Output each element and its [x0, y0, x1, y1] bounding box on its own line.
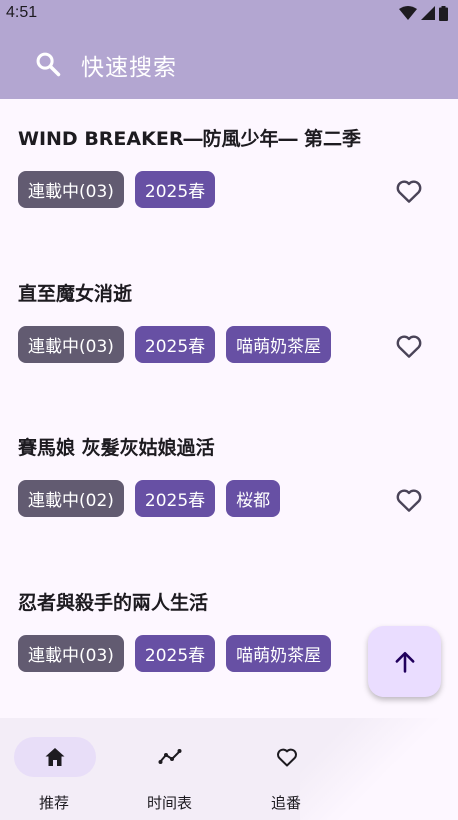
- group-tag: 喵萌奶茶屋: [226, 635, 332, 672]
- tag-row: 連載中(02) 2025春 桜都: [18, 480, 281, 517]
- search-placeholder[interactable]: 快速搜索: [81, 48, 177, 82]
- favorite-heart-icon[interactable]: [394, 176, 424, 206]
- group-tag: 喵萌奶茶屋: [226, 326, 332, 363]
- status-tag: 連載中(02): [18, 480, 124, 517]
- wifi-icon: [399, 6, 417, 20]
- list-item[interactable]: WIND BREAKER―防風少年― 第二季 連載中(03) 2025春: [0, 99, 458, 254]
- anime-title: 賽馬娘 灰髮灰姑娘過活: [18, 437, 215, 459]
- heart-icon: [277, 748, 297, 767]
- status-tag: 連載中(03): [18, 171, 124, 208]
- anime-title: 直至魔女消逝: [18, 283, 133, 305]
- timeline-icon: [158, 749, 182, 764]
- arrow-up-icon: [395, 651, 414, 673]
- app-bar: 4:51 快速搜索: [0, 0, 458, 99]
- season-tag: 2025春: [134, 171, 216, 208]
- home-icon: [45, 748, 65, 766]
- status-bar: 4:51: [0, 0, 458, 26]
- bottom-navigation: 推荐 时间表 追番: [0, 718, 458, 820]
- nav-label-following: 追番: [271, 794, 302, 812]
- nav-item-following[interactable]: 追番: [240, 718, 390, 820]
- favorite-heart-icon[interactable]: [394, 485, 424, 515]
- status-time: 4:51: [6, 4, 38, 21]
- tag-row: 連載中(03) 2025春 喵萌奶茶屋: [18, 326, 332, 363]
- tag-row: 連載中(03) 2025春: [18, 171, 216, 208]
- search-icon[interactable]: [34, 50, 62, 78]
- search-bar[interactable]: 快速搜索: [0, 26, 458, 99]
- anime-title: WIND BREAKER―防風少年― 第二季: [18, 128, 362, 150]
- list-item[interactable]: 直至魔女消逝 連載中(03) 2025春 喵萌奶茶屋: [0, 254, 458, 409]
- status-tag: 連載中(03): [18, 635, 124, 672]
- scroll-to-top-button[interactable]: [368, 626, 441, 697]
- status-tag: 連載中(03): [18, 326, 124, 363]
- nav-label-recommend: 推荐: [39, 794, 70, 812]
- battery-icon: [439, 5, 448, 21]
- season-tag: 2025春: [134, 635, 216, 672]
- group-tag: 桜都: [226, 480, 281, 517]
- status-icons: [399, 5, 448, 21]
- list-item[interactable]: 賽馬娘 灰髮灰姑娘過活 連載中(02) 2025春 桜都: [0, 408, 458, 563]
- favorite-heart-icon[interactable]: [394, 331, 424, 361]
- season-tag: 2025春: [134, 326, 216, 363]
- anime-title: 忍者與殺手的兩人生活: [18, 592, 209, 614]
- nav-label-schedule: 时间表: [147, 794, 193, 812]
- signal-icon: [421, 6, 435, 20]
- season-tag: 2025春: [134, 480, 216, 517]
- tag-row: 連載中(03) 2025春 喵萌奶茶屋: [18, 635, 332, 672]
